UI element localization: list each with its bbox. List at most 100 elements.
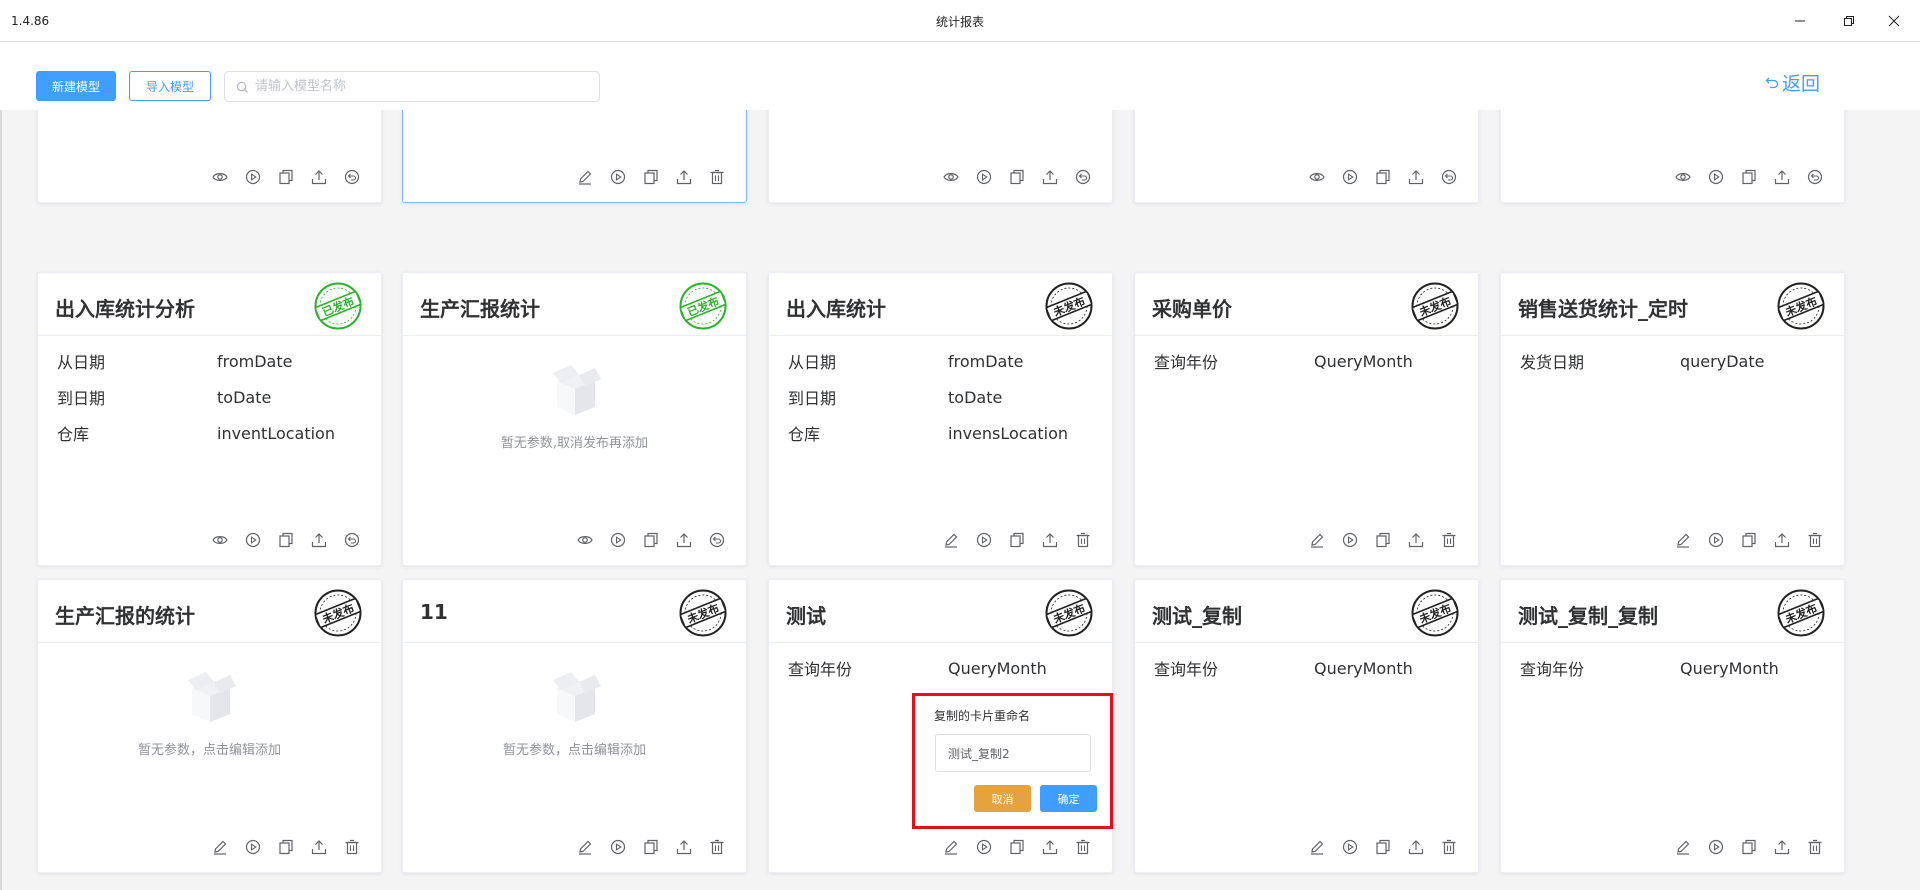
model-card[interactable]: 暂无参数,取消发布再添加 xyxy=(1134,110,1479,203)
copy-button[interactable] xyxy=(1374,168,1392,186)
delete-button[interactable] xyxy=(1806,531,1824,549)
play-button[interactable] xyxy=(244,531,262,549)
play-button[interactable] xyxy=(1341,168,1359,186)
eye-button[interactable] xyxy=(576,531,594,549)
delete-button[interactable] xyxy=(1440,838,1458,856)
delete-button[interactable] xyxy=(343,838,361,856)
upload-button[interactable] xyxy=(1041,838,1059,856)
play-button[interactable] xyxy=(1707,168,1725,186)
delete-button[interactable] xyxy=(1806,838,1824,856)
copy-button[interactable] xyxy=(642,838,660,856)
upload-button[interactable] xyxy=(1407,168,1425,186)
delete-button[interactable] xyxy=(708,168,726,186)
copy-button[interactable] xyxy=(277,168,295,186)
eye-button[interactable] xyxy=(211,168,229,186)
upload-button[interactable] xyxy=(1773,168,1791,186)
play-button[interactable] xyxy=(609,168,627,186)
eye-button[interactable] xyxy=(1674,168,1692,186)
model-card[interactable] xyxy=(37,110,382,203)
confirm-button[interactable]: 确定 xyxy=(1040,785,1097,812)
edit-button[interactable] xyxy=(942,531,960,549)
model-card[interactable]: 出入库统计 未发布 从日期 fromDate 到日期 toDate 仓库 invensLoca… xyxy=(768,272,1113,566)
eye-button[interactable] xyxy=(942,168,960,186)
edit-button[interactable] xyxy=(1674,838,1692,856)
upload-button[interactable] xyxy=(1773,838,1791,856)
model-card[interactable]: 测试_复制 未发布 查询年份 QueryMonth xyxy=(1134,579,1479,873)
rename-input[interactable] xyxy=(935,734,1091,772)
restore-button[interactable] xyxy=(1826,0,1872,42)
new-model-button[interactable]: 新建模型 xyxy=(36,71,116,101)
play-button[interactable] xyxy=(1707,838,1725,856)
play-button[interactable] xyxy=(975,531,993,549)
revoke-button[interactable] xyxy=(1440,168,1458,186)
model-card[interactable]: 生产汇报统计 已发布 暂无参数,取消发布再添加 xyxy=(402,272,747,566)
copy-button[interactable] xyxy=(1374,531,1392,549)
model-card[interactable] xyxy=(768,110,1113,203)
revoke-button[interactable] xyxy=(343,531,361,549)
upload-button[interactable] xyxy=(1407,531,1425,549)
model-search[interactable] xyxy=(224,71,600,102)
upload-button[interactable] xyxy=(675,838,693,856)
delete-button[interactable] xyxy=(1074,838,1092,856)
copy-button[interactable] xyxy=(277,531,295,549)
copy-button[interactable] xyxy=(1740,531,1758,549)
back-link[interactable]: 返回 xyxy=(1765,69,1820,96)
upload-button[interactable] xyxy=(310,168,328,186)
play-button[interactable] xyxy=(244,168,262,186)
copy-button[interactable] xyxy=(1374,838,1392,856)
model-card[interactable]: 11 未发布 暂无参数，点击编辑添加 xyxy=(402,579,747,873)
copy-button[interactable] xyxy=(1740,838,1758,856)
revoke-button[interactable] xyxy=(1806,168,1824,186)
model-card[interactable]: 出入库统计分析 已发布 从日期 fromDate 到日期 toDate 仓库 inventLo… xyxy=(37,272,382,566)
edit-button[interactable] xyxy=(211,838,229,856)
upload-button[interactable] xyxy=(1041,168,1059,186)
copy-button[interactable] xyxy=(277,838,295,856)
copy-button[interactable] xyxy=(1008,531,1026,549)
delete-button[interactable] xyxy=(1440,531,1458,549)
revoke-button[interactable] xyxy=(343,168,361,186)
upload-button[interactable] xyxy=(310,838,328,856)
edit-button[interactable] xyxy=(1308,838,1326,856)
copy-button[interactable] xyxy=(642,168,660,186)
cancel-button[interactable]: 取消 xyxy=(974,785,1031,812)
model-card[interactable] xyxy=(402,110,747,203)
model-card[interactable]: 采购单价 未发布 查询年份 QueryMonth xyxy=(1134,272,1479,566)
delete-button[interactable] xyxy=(708,838,726,856)
model-card[interactable] xyxy=(1500,110,1845,203)
eye-button[interactable] xyxy=(211,531,229,549)
upload-button[interactable] xyxy=(675,168,693,186)
copy-button[interactable] xyxy=(1740,168,1758,186)
play-button[interactable] xyxy=(609,838,627,856)
upload-button[interactable] xyxy=(310,531,328,549)
close-button[interactable] xyxy=(1871,0,1917,42)
edit-button[interactable] xyxy=(942,838,960,856)
model-card[interactable]: 测试_复制_复制 未发布 查询年份 QueryMonth xyxy=(1500,579,1845,873)
upload-button[interactable] xyxy=(1773,531,1791,549)
edit-button[interactable] xyxy=(1308,531,1326,549)
play-button[interactable] xyxy=(609,531,627,549)
play-button[interactable] xyxy=(1707,531,1725,549)
copy-button[interactable] xyxy=(642,531,660,549)
eye-button[interactable] xyxy=(1308,168,1326,186)
play-button[interactable] xyxy=(1341,838,1359,856)
search-input[interactable] xyxy=(255,72,585,101)
play-button[interactable] xyxy=(975,838,993,856)
edit-button[interactable] xyxy=(1674,531,1692,549)
model-card[interactable]: 销售送货统计_定时 未发布 发货日期 queryDate xyxy=(1500,272,1845,566)
play-button[interactable] xyxy=(975,168,993,186)
upload-button[interactable] xyxy=(675,531,693,549)
copy-button[interactable] xyxy=(1008,838,1026,856)
play-button[interactable] xyxy=(1341,531,1359,549)
delete-button[interactable] xyxy=(1074,531,1092,549)
import-model-button[interactable]: 导入模型 xyxy=(129,71,211,101)
edit-button[interactable] xyxy=(576,168,594,186)
model-card[interactable]: 生产汇报的统计 未发布 暂无参数，点击编辑添加 xyxy=(37,579,382,873)
copy-button[interactable] xyxy=(1008,168,1026,186)
upload-button[interactable] xyxy=(1407,838,1425,856)
minimize-button[interactable] xyxy=(1777,0,1823,42)
play-button[interactable] xyxy=(244,838,262,856)
edit-button[interactable] xyxy=(576,838,594,856)
revoke-button[interactable] xyxy=(1074,168,1092,186)
revoke-button[interactable] xyxy=(708,531,726,549)
upload-button[interactable] xyxy=(1041,531,1059,549)
